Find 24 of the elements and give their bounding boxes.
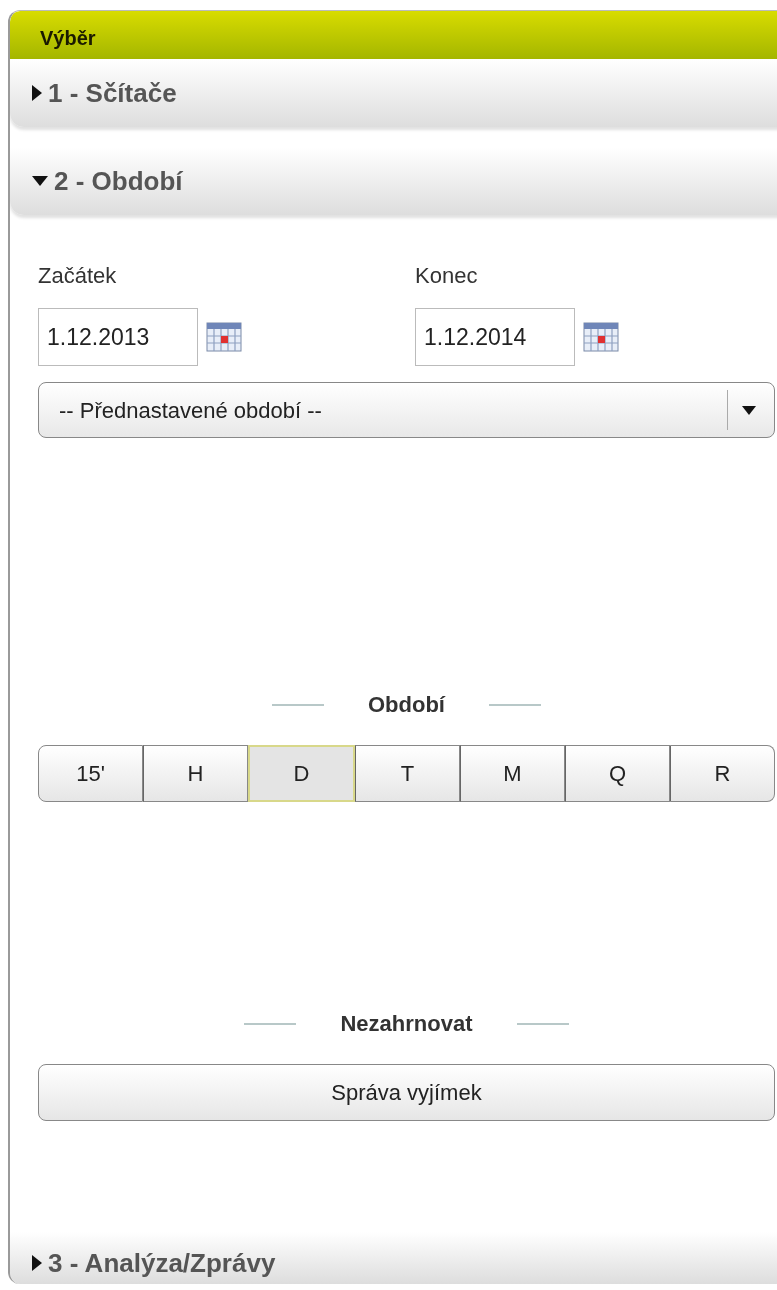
date-field[interactable]: 1.12.2014 [415,308,575,366]
accordion-title[interactable]: 2 - Období [54,161,183,201]
panel-title: Výběr [10,11,777,59]
field-label: Začátek [38,262,118,290]
period-toggle-button[interactable]: M [460,745,565,802]
calendar-icon[interactable] [583,322,619,352]
caret-down-icon [742,405,756,415]
period-toggle-button[interactable]: H [143,745,248,802]
section-heading: Nezahrnovat [340,1010,473,1038]
calendar-icon[interactable] [206,322,242,352]
period-toggle-button[interactable]: D [248,745,355,802]
accordion-title[interactable]: 3 - Analýza/Zprávy [48,1243,276,1283]
manage-exceptions-button[interactable]: Správa vyjímek [38,1064,775,1121]
accordion-title[interactable]: 1 - Sčítače [48,73,177,113]
period-toggle-button[interactable]: Q [565,745,670,802]
accordion-header[interactable]: 2 - Období [10,147,777,215]
field-label: Konec [415,262,479,290]
period-toggle-button[interactable]: T [355,745,460,802]
period-toggle-button[interactable]: R [670,745,775,802]
period-toggle-button[interactable]: 15' [38,745,143,802]
section-heading: Období [368,691,445,719]
date-field[interactable]: 1.12.2013 [38,308,198,366]
accordion-header[interactable]: 1 - Sčítače [10,59,777,127]
preset-dropdown[interactable]: -- Přednastavené období -- [38,382,775,438]
